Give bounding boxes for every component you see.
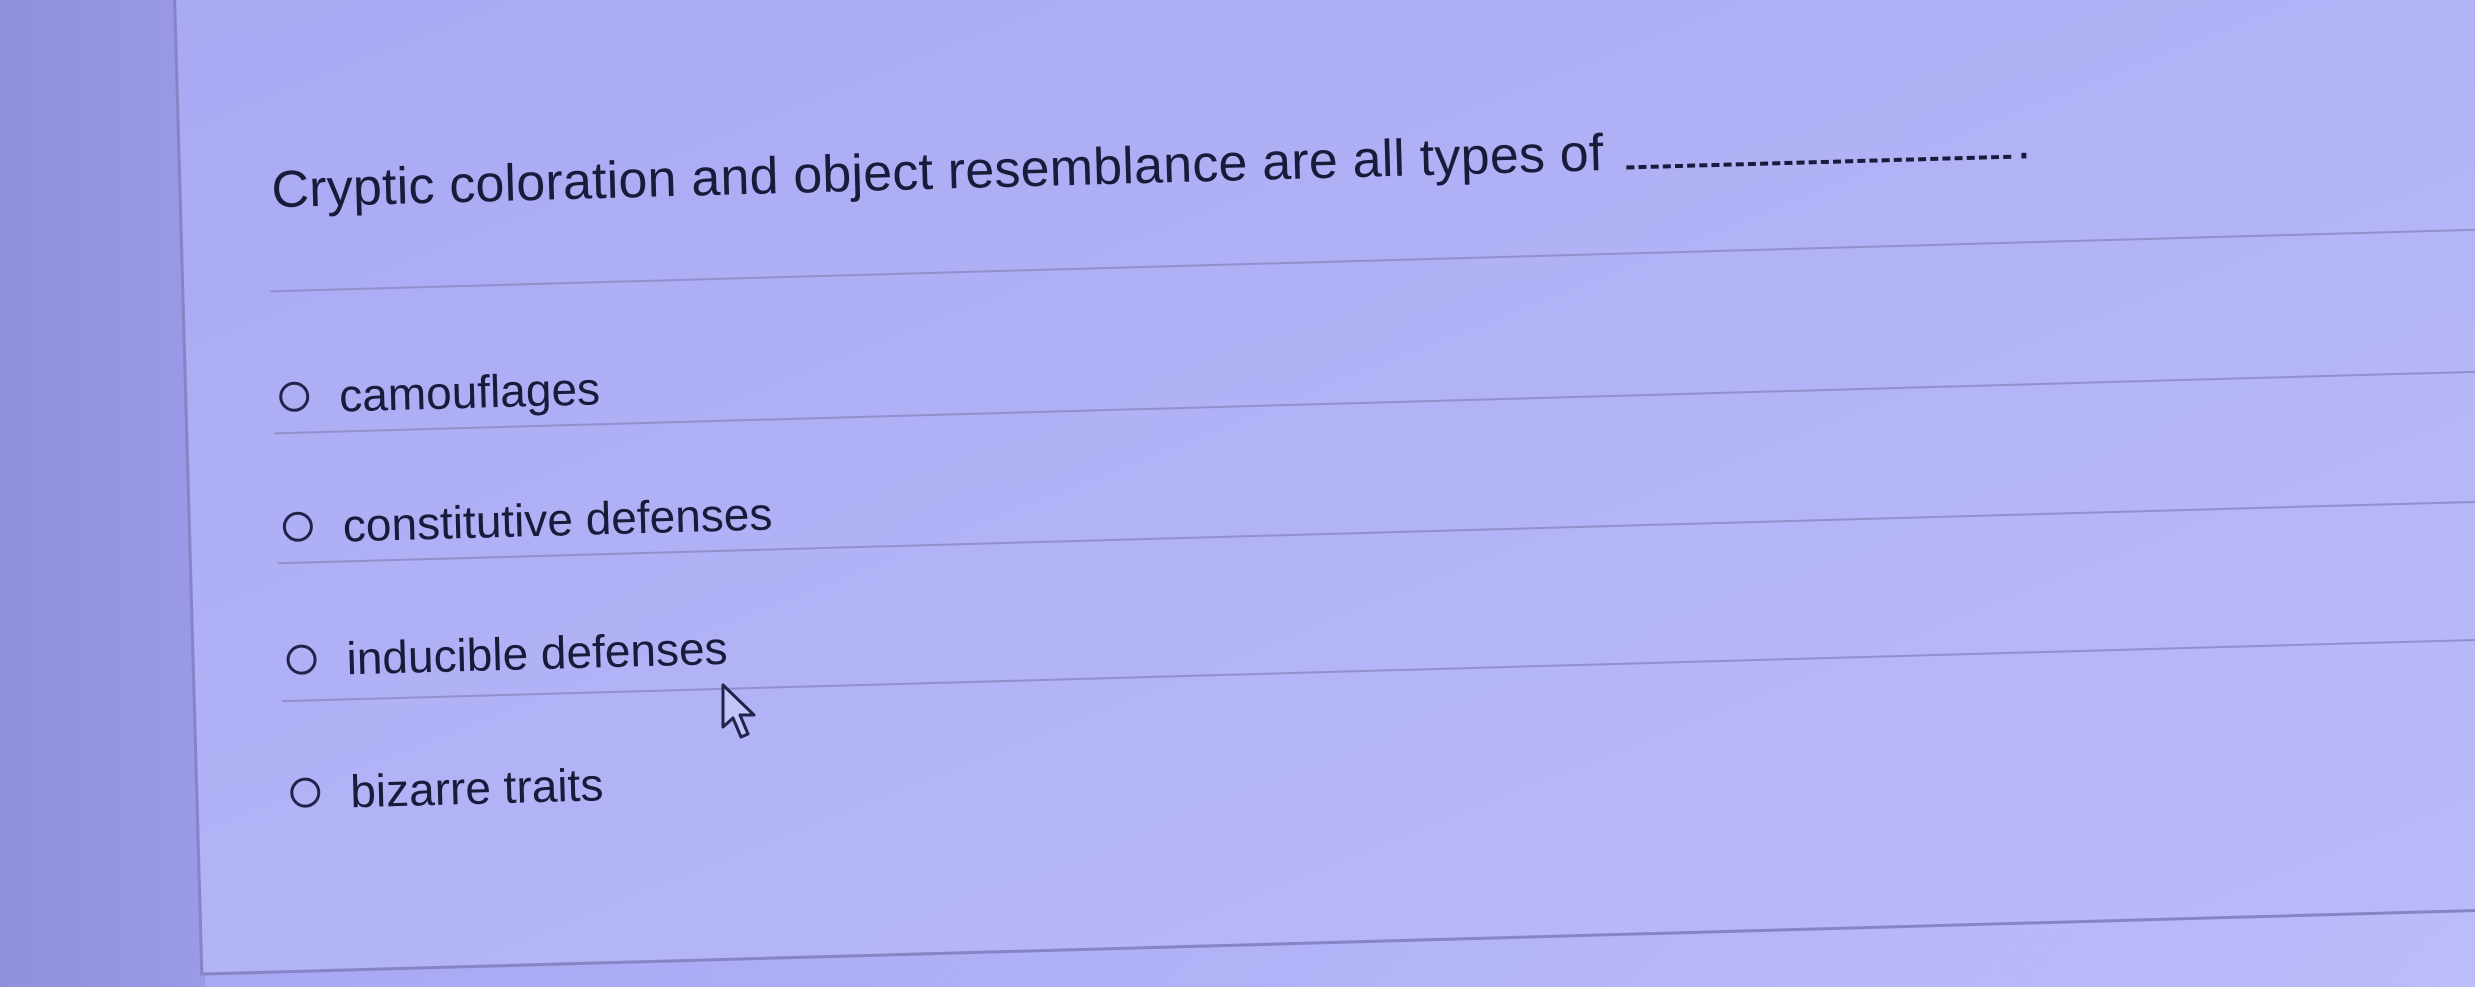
radio-button-icon[interactable] [289, 777, 321, 809]
option-camouflages[interactable]: camouflages [278, 361, 601, 424]
screen-edge [0, 0, 205, 987]
radio-button-icon[interactable] [278, 381, 310, 413]
option-inducible-defenses[interactable]: inducible defenses [286, 621, 728, 687]
option-constitutive-defenses[interactable]: constitutive defenses [282, 486, 773, 554]
radio-button-icon[interactable] [282, 511, 314, 543]
question-divider [270, 225, 2475, 293]
option-bizarre-traits[interactable]: bizarre traits [289, 757, 604, 820]
question-terminator: . [2015, 112, 2032, 171]
option-divider [274, 367, 2475, 435]
answer-blank [1625, 154, 2011, 170]
radio-button-icon[interactable] [286, 644, 317, 676]
option-label: bizarre traits [349, 758, 604, 818]
question-prompt: Cryptic coloration and object resemblanc… [270, 124, 1605, 220]
option-label: constitutive defenses [342, 487, 774, 552]
question-text: Cryptic coloration and object resemblanc… [271, 111, 2032, 220]
option-label: camouflages [338, 362, 601, 422]
option-label: inducible defenses [345, 621, 729, 685]
screen: Cryptic coloration and object resemblanc… [0, 0, 2475, 987]
question-card: Cryptic coloration and object resemblanc… [172, 0, 2475, 976]
arrow-cursor-icon [721, 683, 756, 739]
